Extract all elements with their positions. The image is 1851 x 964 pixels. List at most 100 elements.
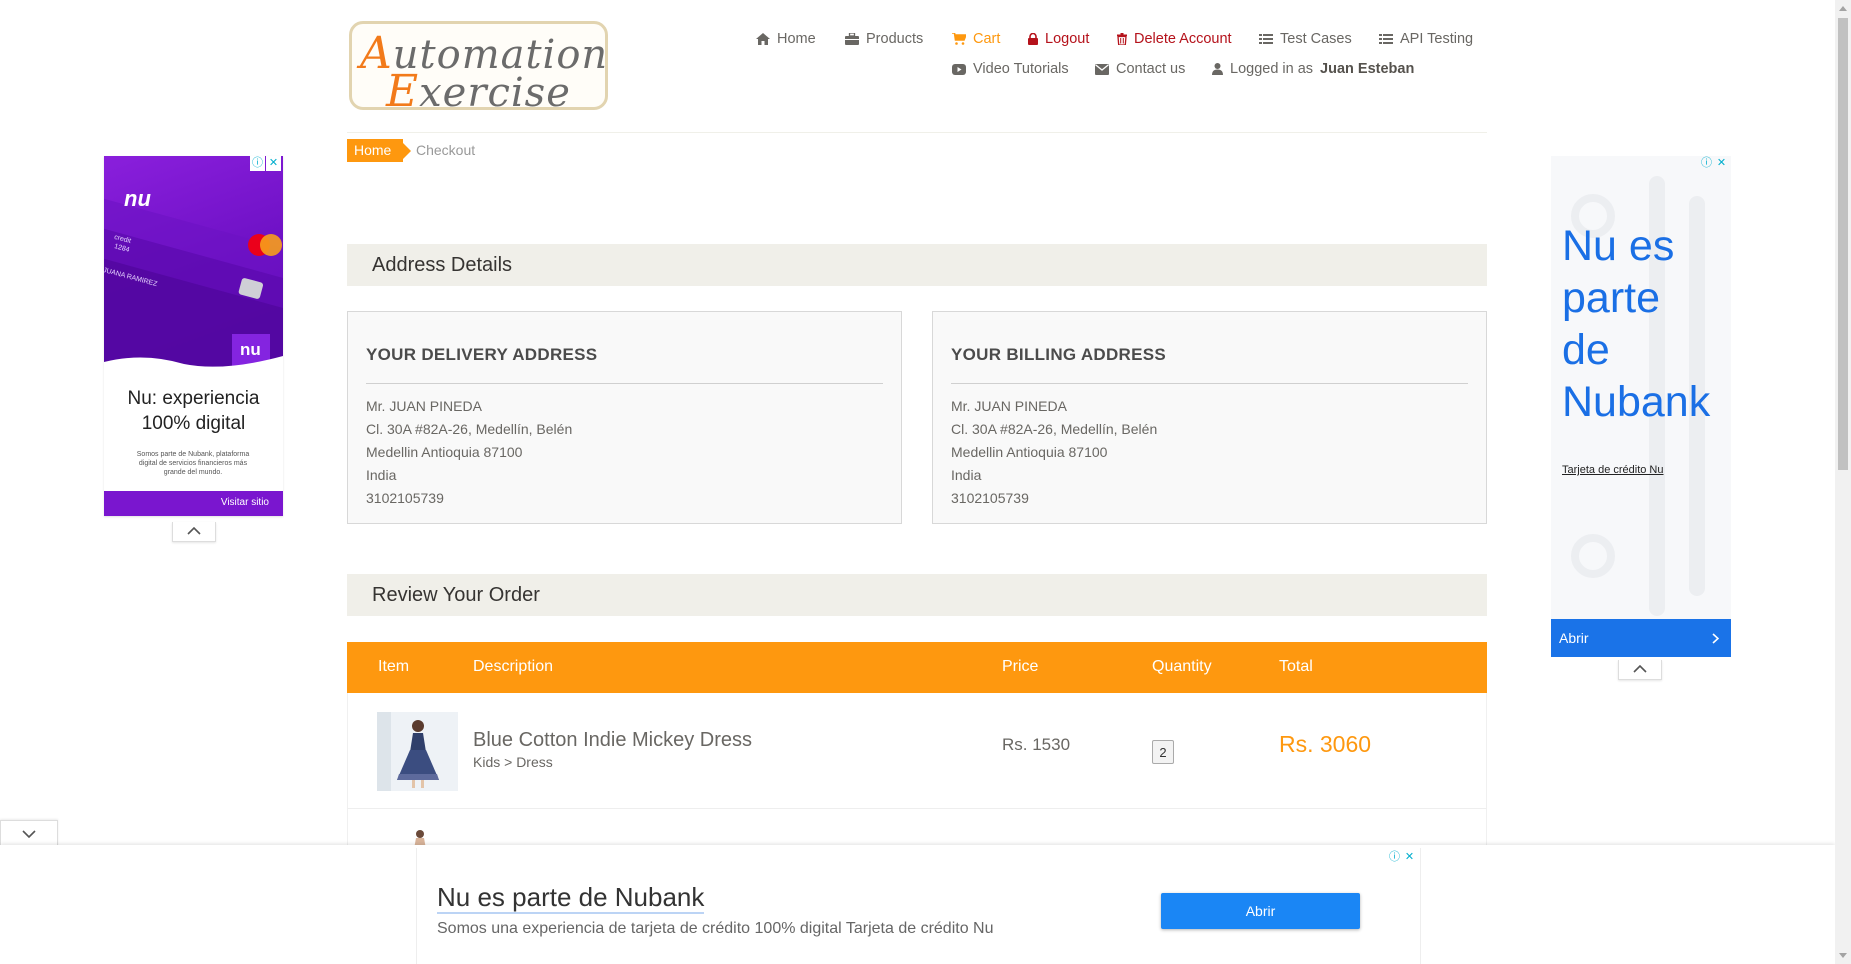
nav-logout-label: Logout [1045,31,1090,47]
ad-right-headline: Nu es parte de Nubank [1562,222,1711,426]
shopping-cart-icon [952,33,966,45]
nav-cart[interactable]: Cart [952,31,1000,47]
ad-brand-logo: nu [124,186,151,211]
breadcrumb-home[interactable]: Home [347,139,412,162]
scroll-up-arrow-icon[interactable] [1838,4,1848,12]
delivery-address-divider [366,383,883,384]
order-table-header: Item Description Price Quantity Total [347,642,1487,693]
nav-test-cases[interactable]: Test Cases [1259,31,1352,47]
nav-home[interactable]: Home [756,31,816,47]
chevron-right-icon [1712,633,1719,644]
ad-info-icon[interactable]: ⓘ [250,156,265,171]
trash-icon [1117,33,1127,45]
ad-headline: Nu: experiencia 100% digital [127,388,260,434]
ad-close-icon[interactable]: ✕ [1402,850,1417,865]
col-price: Price [1002,658,1039,675]
nav-home-label: Home [777,31,816,47]
nav-products-label: Products [866,31,924,47]
logged-in-prefix: Logged in as [1230,61,1314,77]
col-item: Item [378,658,410,675]
delivery-country: India [366,467,397,483]
ad-close-icon[interactable]: ✕ [266,156,281,171]
table-row [347,809,1487,849]
bottom-ad-collapse-button[interactable] [0,820,58,847]
left-ad-banner[interactable]: nu credit 1284 JUANA RAMIREZ nu Nu: expe… [104,156,283,516]
scrollbar-thumb[interactable] [1838,18,1848,470]
ad-right-open-button[interactable]: Abrir [1551,619,1731,657]
ad-close-icon[interactable]: ✕ [1714,156,1729,171]
right-ad-collapse-button[interactable] [1618,660,1662,680]
list-icon [1379,34,1393,44]
chevron-up-icon [1633,665,1647,673]
delivery-address-box: YOUR DELIVERY ADDRESS Mr. JUAN PINEDA Cl… [347,311,902,524]
ad-info-icon[interactable]: ⓘ [1699,156,1714,171]
bottom-ad-title[interactable]: Nu es parte de Nubank [437,882,705,914]
delivery-address-title: YOUR DELIVERY ADDRESS [366,345,598,364]
ad-info-icon[interactable]: ⓘ [1387,850,1402,865]
nav-products[interactable]: Products [845,31,923,47]
product-price: Rs. 1530 [1002,735,1071,754]
nav-logged-in-as: Logged in as Juan Esteban [1212,61,1414,77]
ad-visit-link[interactable]: Visitar sitio [221,497,269,508]
nav-contact-us-label: Contact us [1116,61,1186,77]
nav-video-tutorials-label: Video Tutorials [973,61,1069,77]
ad-footer[interactable]: Visitar sitio [104,491,283,516]
billing-country: India [951,467,982,483]
ad-small-text: Somos parte de Nubank, plataforma digita… [136,451,250,476]
billing-address-title: YOUR BILLING ADDRESS [951,345,1167,364]
billing-address-box: YOUR BILLING ADDRESS Mr. JUAN PINEDA Cl.… [932,311,1487,524]
delivery-city: Medellin Antioquia 87100 [366,444,523,460]
billing-street: Cl. 30A #82A-26, Medellín, Belén [951,421,1158,437]
product-quantity: 2 [1152,740,1174,764]
chevron-up-icon [187,527,201,535]
nav-api-testing[interactable]: API Testing [1379,31,1473,47]
breadcrumb-current: Checkout [416,142,476,158]
delivery-street: Cl. 30A #82A-26, Medellín, Belén [366,421,573,437]
nav-delete-account[interactable]: Delete Account [1117,31,1232,47]
chevron-down-icon [22,830,36,838]
user-icon [1212,63,1223,75]
ad-brand-badge: nu [240,340,261,359]
address-details-heading: Address Details [347,244,1487,286]
product-name[interactable]: Blue Cotton Indie Mickey Dress [473,729,752,752]
envelope-icon [1095,63,1109,75]
delivery-name: Mr. JUAN PINEDA [366,398,482,414]
ad-card-image: nu credit 1284 JUANA RAMIREZ nu [104,156,283,373]
billing-phone: 3102105739 [951,490,1029,506]
billing-city: Medellin Antioquia 87100 [951,444,1108,460]
nav-cart-label: Cart [973,31,1001,47]
bottom-ad-open-button[interactable]: Abrir [1161,893,1360,929]
billing-address-divider [951,383,1468,384]
list-icon [1259,34,1273,44]
logo-line-2: Exercise [386,66,571,117]
bottom-ad-banner[interactable]: Nu es parte de Nubank Somos una experien… [416,848,1421,964]
ad-right-link[interactable]: Tarjeta de crédito Nu [1562,464,1664,476]
col-quantity: Quantity [1152,658,1212,675]
site-logo[interactable]: Automation Exercise [349,21,608,117]
billing-name: Mr. JUAN PINEDA [951,398,1067,414]
product-image[interactable] [377,712,458,791]
nav-delete-account-label: Delete Account [1134,31,1232,47]
product-total: Rs. 3060 [1279,731,1372,757]
col-total: Total [1279,658,1313,675]
bottom-ad-description: Somos una experiencia de tarjeta de créd… [437,920,994,937]
logged-in-username: Juan Esteban [1320,61,1415,77]
home-icon [756,33,770,45]
product-category: Kids > Dress [473,754,553,770]
ad-right-open-label: Abrir [1559,630,1589,646]
review-order-heading: Review Your Order [347,574,1487,616]
nav-test-cases-label: Test Cases [1280,31,1352,47]
nav-contact-us[interactable]: Contact us [1095,61,1185,77]
nav-logout[interactable]: Logout [1028,31,1089,47]
right-ad-banner[interactable]: Nu es parte de Nubank Tarjeta de crédito… [1551,156,1731,657]
scroll-down-arrow-icon[interactable] [1838,952,1848,960]
lock-icon [1028,33,1038,45]
briefcase-icon [845,33,859,45]
col-description: Description [473,658,554,675]
nav-api-testing-label: API Testing [1400,31,1474,47]
delivery-phone: 3102105739 [366,490,444,506]
nav-video-tutorials[interactable]: Video Tutorials [952,61,1069,77]
header-divider [347,132,1487,133]
left-ad-collapse-button[interactable] [172,522,216,542]
youtube-play-icon [952,63,966,75]
